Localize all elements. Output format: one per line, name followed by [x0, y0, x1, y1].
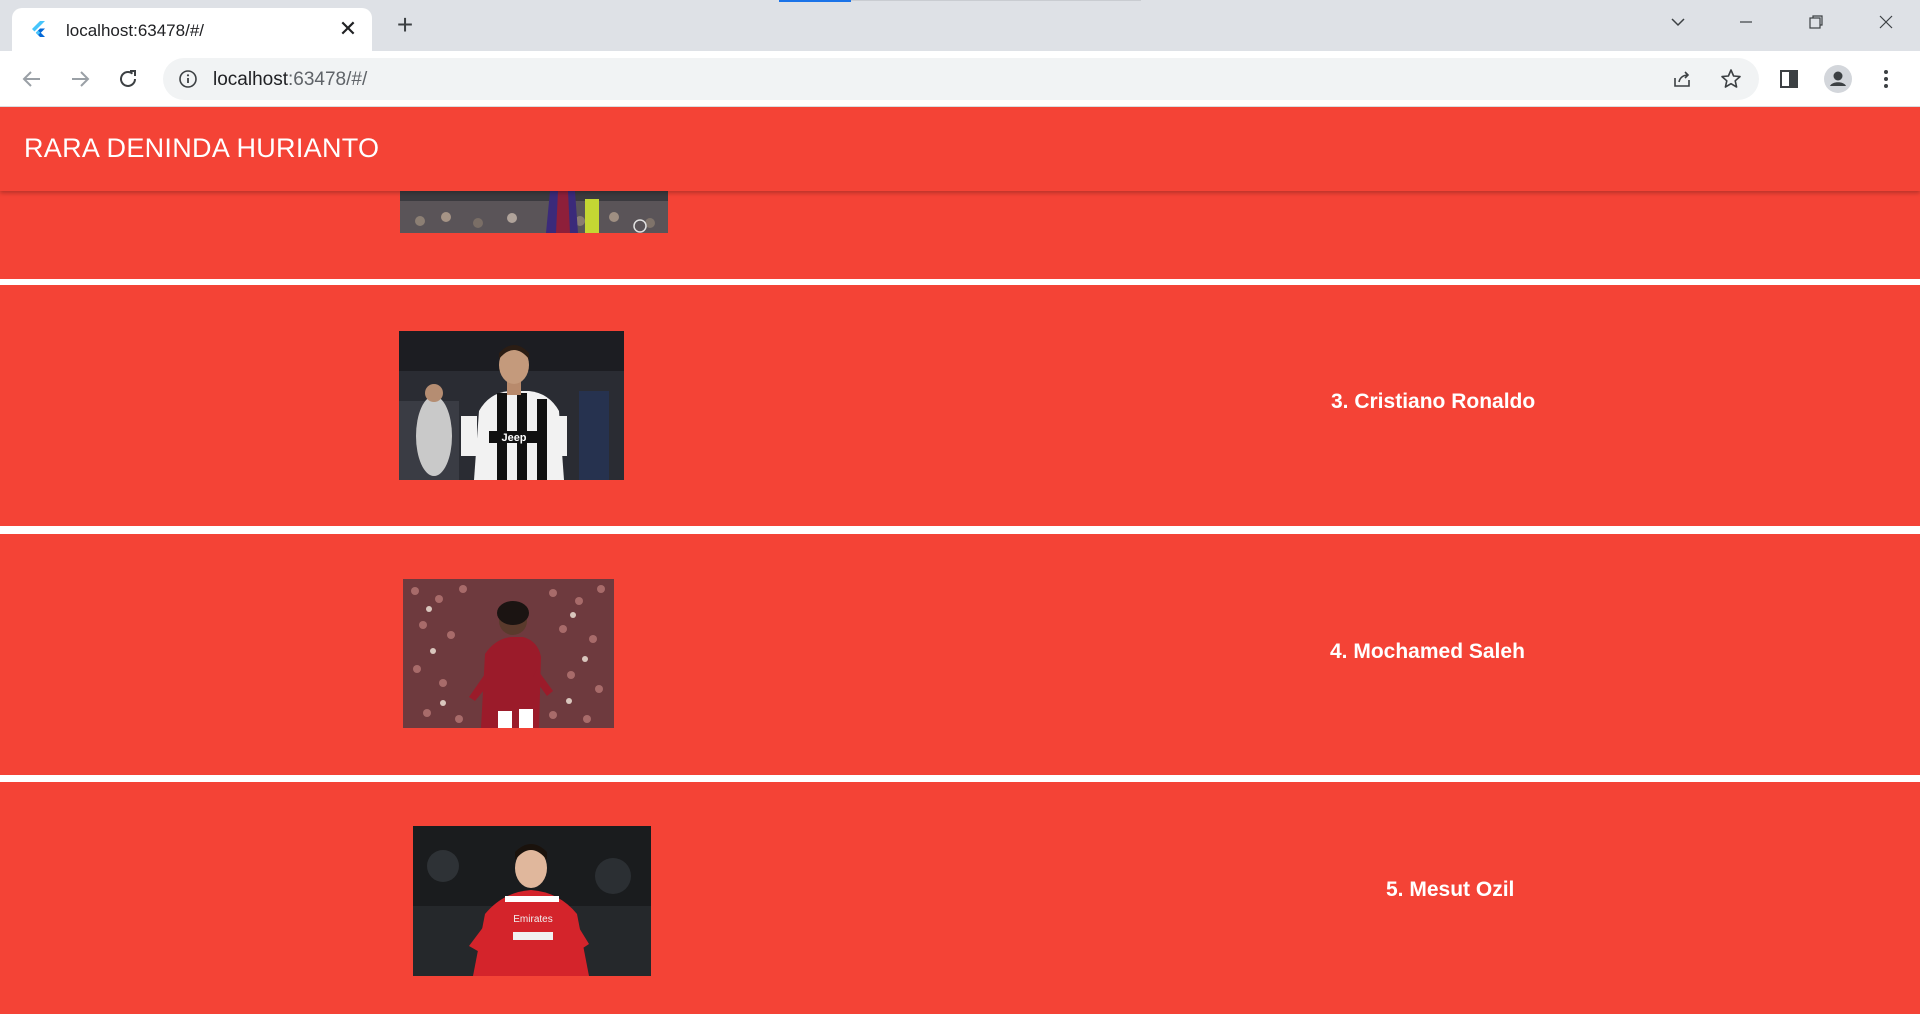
- player-photo: Jeep: [399, 331, 624, 480]
- url-text[interactable]: localhost:63478/#/: [213, 69, 367, 91]
- loading-track: [851, 0, 1141, 1]
- new-tab-icon[interactable]: +: [390, 11, 420, 41]
- player-photo: [400, 191, 668, 233]
- player-card[interactable]: Emirates 5. Mesut Ozil: [0, 782, 1920, 1014]
- app-title: RARA DENINDA HURIANTO: [24, 133, 380, 163]
- player-photo: Emirates: [413, 826, 651, 976]
- app-bar: RARA DENINDA HURIANTO: [0, 107, 1920, 191]
- site-info-icon[interactable]: [175, 66, 201, 92]
- browser-tab[interactable]: localhost:63478/#/ ✕: [12, 8, 372, 51]
- address-bar[interactable]: localhost:63478/#/: [163, 58, 1759, 100]
- player-name: 3. Cristiano Ronaldo: [1331, 390, 1536, 413]
- url-host: localhost: [213, 69, 288, 90]
- profile-avatar-icon[interactable]: [1820, 61, 1856, 97]
- loading-indicator: [779, 0, 851, 2]
- minimize-icon[interactable]: [1712, 0, 1780, 44]
- bookmark-star-icon[interactable]: [1718, 66, 1744, 92]
- player-name: 5. Mesut Ozil: [1386, 878, 1515, 901]
- tab-title: localhost:63478/#/: [66, 21, 204, 40]
- player-photo: [403, 579, 614, 728]
- player-name: 4. Mochamed Saleh: [1330, 640, 1525, 663]
- tab-search-chevron-icon[interactable]: [1644, 0, 1712, 44]
- forward-icon[interactable]: [62, 61, 98, 97]
- player-card[interactable]: Jeep 3. Cristiano Ronaldo: [0, 285, 1920, 526]
- browser-menu-icon[interactable]: [1868, 61, 1904, 97]
- flutter-icon: [32, 21, 45, 37]
- browser-tab-strip: localhost:63478/#/ ✕ +: [0, 0, 1920, 51]
- browser-toolbar: localhost:63478/#/: [0, 51, 1920, 107]
- share-icon[interactable]: [1669, 66, 1695, 92]
- flutter-app: RARA DENINDA HURIANTO Jeep 3. Cristiano …: [0, 107, 1920, 1014]
- reload-icon[interactable]: [110, 61, 146, 97]
- close-tab-icon[interactable]: ✕: [334, 15, 362, 43]
- close-window-icon[interactable]: [1852, 0, 1920, 44]
- restore-icon[interactable]: [1782, 0, 1850, 44]
- player-card[interactable]: 4. Mochamed Saleh: [0, 534, 1920, 775]
- url-path: :63478/#/: [288, 69, 368, 90]
- svg-text:Emirates: Emirates: [513, 914, 552, 925]
- side-panel-icon[interactable]: [1771, 61, 1807, 97]
- svg-text:Jeep: Jeep: [501, 432, 526, 444]
- back-icon[interactable]: [14, 61, 50, 97]
